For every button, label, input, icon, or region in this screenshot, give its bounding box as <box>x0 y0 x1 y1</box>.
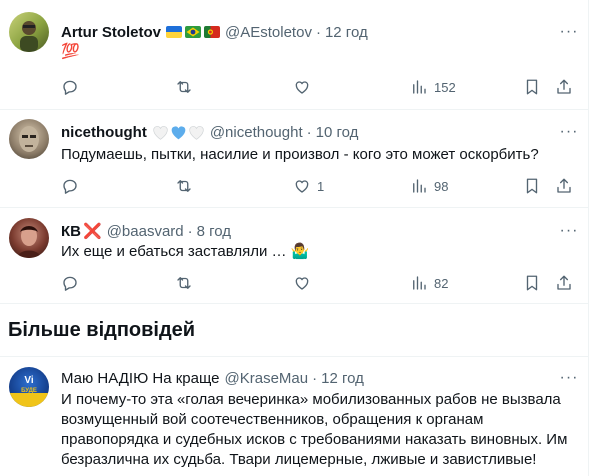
tweet-actions: 152 <box>55 77 581 97</box>
views-count: 82 <box>434 275 449 291</box>
tweet-text: Их еще и ебаться заставляли … 🤷‍♂️ <box>61 243 310 260</box>
tweet-time[interactable]: 12 год <box>321 370 364 387</box>
brazil-flag-icon <box>185 26 202 38</box>
tweet-text: Подумаешь, пытки, насилие и произвол - к… <box>61 146 539 163</box>
white-heart-icon <box>189 125 204 140</box>
cross-mark-icon: ❌ <box>83 223 102 240</box>
tweet-time[interactable]: 8 год <box>197 223 231 240</box>
tweet-header: КВ ❌ @baasvard · 8 год <box>61 221 579 241</box>
reply-button[interactable] <box>61 273 79 293</box>
retweet-icon <box>177 277 191 289</box>
reply-icon <box>63 80 77 95</box>
like-button[interactable] <box>293 273 311 293</box>
separator-dot: · <box>306 123 312 141</box>
ukraine-flag-icon <box>166 26 183 38</box>
author-name[interactable]: nicethought <box>61 124 147 141</box>
heart-icon <box>295 180 309 193</box>
share-button[interactable] <box>555 176 573 196</box>
reply-tweet[interactable]: КВ ❌ @baasvard · 8 год ··· Их еще и ебат… <box>0 208 589 304</box>
reply-icon <box>63 179 77 194</box>
share-button[interactable] <box>555 273 573 293</box>
bookmark-icon <box>526 178 538 194</box>
author-name[interactable]: Artur Stoletov <box>61 24 161 41</box>
author-handle[interactable]: @AEstoletov <box>225 24 312 41</box>
avatar[interactable] <box>9 12 49 52</box>
tweet-header: nicethought @nicethought · 10 год <box>61 122 579 142</box>
views-icon <box>413 179 426 193</box>
bookmark-button[interactable] <box>523 176 541 196</box>
author-handle[interactable]: @nicethought <box>210 124 303 141</box>
tweet-text: 💯 <box>61 43 80 60</box>
avatar[interactable] <box>9 119 49 159</box>
tweet-text: И почему-то эта «голая вечеринка» мобили… <box>61 391 568 468</box>
share-icon <box>557 178 571 193</box>
more-options-icon[interactable]: ··· <box>559 368 579 388</box>
more-options-icon[interactable]: ··· <box>559 22 579 42</box>
views-button[interactable]: 152 <box>410 77 456 97</box>
heart-icon <box>295 81 309 94</box>
views-count: 152 <box>434 79 456 95</box>
author-handle[interactable]: @baasvard <box>107 223 184 240</box>
views-button[interactable]: 98 <box>410 176 448 196</box>
more-options-icon[interactable]: ··· <box>559 122 579 142</box>
avatar-text: Vi <box>24 375 33 386</box>
tweet-actions: 1 98 <box>55 176 581 196</box>
bookmark-icon <box>526 79 538 95</box>
retweet-button[interactable] <box>175 176 193 196</box>
reply-tweet[interactable]: nicethought @nicethought · 10 год ··· По… <box>0 110 589 208</box>
portugal-flag-icon <box>204 26 221 38</box>
tweet-actions: 82 <box>55 273 581 293</box>
retweet-button[interactable] <box>175 77 193 97</box>
heart-icon <box>295 277 309 290</box>
reply-button[interactable] <box>61 176 79 196</box>
retweet-icon <box>177 180 191 192</box>
reply-button[interactable] <box>61 77 79 97</box>
more-replies-heading: Більше відповідей <box>8 319 196 341</box>
reply-tweet[interactable]: Vi БУДЕ Маю НАДІЮ На краще @KraseMau · 1… <box>0 356 589 476</box>
share-button[interactable] <box>555 77 573 97</box>
flag-emojis <box>166 26 221 38</box>
replies-timeline: Artur Stoletov @AEstoletov · 12 год ··· … <box>0 0 589 476</box>
more-options-icon[interactable]: ··· <box>559 221 579 241</box>
share-icon <box>557 275 571 290</box>
bookmark-button[interactable] <box>523 77 541 97</box>
reply-icon <box>63 276 77 291</box>
separator-dot: · <box>187 222 193 240</box>
separator-dot: · <box>315 23 321 41</box>
heart-emojis <box>152 125 205 140</box>
separator-dot: · <box>312 369 318 387</box>
bookmark-icon <box>526 275 538 291</box>
tweet-time[interactable]: 12 год <box>325 24 368 41</box>
blue-heart-icon <box>171 125 186 139</box>
white-heart-icon <box>153 125 168 140</box>
reply-tweet[interactable]: Artur Stoletov @AEstoletov · 12 год ··· … <box>0 0 589 110</box>
tweet-header: Маю НАДІЮ На краще @KraseMau · 12 год <box>61 368 579 388</box>
like-button[interactable]: 1 <box>293 176 324 196</box>
tweet-header: Artur Stoletov @AEstoletov · 12 год <box>61 22 579 42</box>
retweet-button[interactable] <box>175 273 193 293</box>
tweet-time[interactable]: 10 год <box>316 124 359 141</box>
retweet-icon <box>177 81 191 93</box>
views-count: 98 <box>434 178 449 194</box>
author-handle[interactable]: @KraseMau <box>225 370 309 387</box>
svg-text:БУДЕ: БУДЕ <box>21 388 37 394</box>
avatar[interactable] <box>9 218 49 258</box>
author-name[interactable]: КВ <box>61 223 81 240</box>
views-icon <box>413 276 426 290</box>
views-icon <box>413 80 426 94</box>
bookmark-button[interactable] <box>523 273 541 293</box>
like-button[interactable] <box>293 77 311 97</box>
author-name[interactable]: Маю НАДІЮ На краще <box>61 370 220 387</box>
likes-count: 1 <box>317 178 325 194</box>
avatar[interactable]: Vi БУДЕ <box>9 367 49 407</box>
views-button[interactable]: 82 <box>410 273 448 293</box>
share-icon <box>557 79 571 94</box>
